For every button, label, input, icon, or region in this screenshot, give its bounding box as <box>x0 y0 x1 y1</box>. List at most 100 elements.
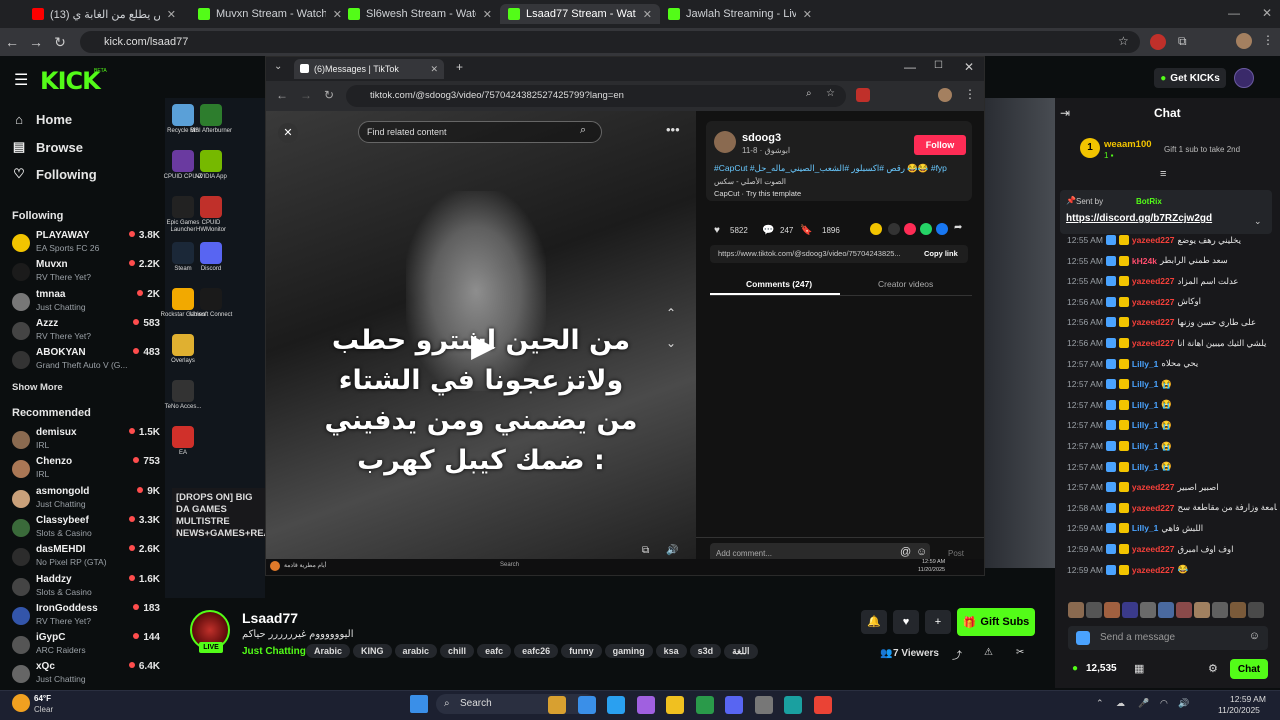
channel-item[interactable]: asmongold Just Chatting 9K <box>12 486 162 514</box>
message-username[interactable]: yazeed227 <box>1132 317 1175 327</box>
taskbar-app-icon[interactable] <box>666 696 684 714</box>
message-username[interactable]: yazeed227 <box>1132 565 1175 575</box>
desktop-icon[interactable]: CPUID HWMonitor <box>188 196 234 234</box>
channel-item[interactable]: PLAYAWAY EA Sports FC 26 3.8K <box>12 230 162 258</box>
taskbar-app-icon[interactable] <box>813 696 832 714</box>
stream-tag[interactable]: funny <box>561 644 602 658</box>
tt-url-field[interactable]: tiktok.com/@sdoog3/video/757042438252742… <box>346 85 846 107</box>
report-icon[interactable]: ⚠ <box>984 647 993 658</box>
stream-tag[interactable]: ksa <box>655 644 687 658</box>
share-icon[interactable]: ⤴ <box>952 647 962 662</box>
viewer-avatar[interactable] <box>1230 602 1246 618</box>
tab-close-icon[interactable]: ✕ <box>167 8 176 21</box>
reload-icon[interactable]: ↻ <box>48 34 72 51</box>
taskbar-app-icon[interactable] <box>636 696 655 714</box>
prev-video-icon[interactable]: ⌃ <box>666 306 676 320</box>
channel-item[interactable]: Classybeef Slots & Casino 3.3K <box>12 515 162 543</box>
post-comment-button[interactable]: Post <box>948 549 964 558</box>
gift-prompt[interactable]: Gift 1 sub to take 2nd <box>1164 145 1240 154</box>
whatsapp-icon[interactable] <box>920 223 932 235</box>
browser-tab[interactable]: Muvxn Stream - Watch Live on✕ <box>190 4 350 24</box>
volume-icon[interactable]: 🔊 <box>666 545 678 556</box>
stream-tag[interactable]: KING <box>353 644 392 658</box>
chat-message[interactable]: 12:59 AM yazeed227 😂 <box>1067 562 1277 578</box>
taskbar-app-icon[interactable] <box>695 696 714 714</box>
weather-icon[interactable] <box>12 694 30 712</box>
message-username[interactable]: yazeed227 <box>1132 338 1175 348</box>
tray-volume-icon[interactable]: 🔊 <box>1178 698 1189 709</box>
url-field[interactable]: kick.com/lsaad77 <box>80 31 1140 53</box>
chat-emoji-icon[interactable]: ☺ <box>1249 630 1260 642</box>
gift-subs-button[interactable]: 🎁 Gift Subs <box>957 608 1035 636</box>
viewer-avatar[interactable] <box>1194 602 1210 618</box>
tt-forward-icon[interactable]: → <box>300 88 312 102</box>
taskbar-app-icon[interactable] <box>577 696 596 714</box>
desktop-icon[interactable]: Overlays <box>160 334 206 365</box>
chat-settings-icon[interactable]: ⚙ <box>1208 662 1218 675</box>
search-icon[interactable]: ⌕ <box>580 124 586 137</box>
message-username[interactable]: Lilly_1 <box>1132 441 1158 451</box>
browser-tab[interactable]: (13) اخر شخص يطلع من الغابة ي ✕ <box>24 4 184 24</box>
next-video-icon[interactable]: ⌄ <box>666 336 676 350</box>
browser-tab[interactable]: Lsaad77 Stream - Watch Live o ✕ <box>500 4 660 24</box>
follow-button[interactable]: Follow <box>914 135 966 155</box>
desktop-icon[interactable]: TeNo Acces... <box>160 380 206 411</box>
desktop-icon[interactable]: NVIDIA App <box>188 150 234 181</box>
channel-item[interactable]: Azzz RV There Yet? 583 <box>12 318 162 346</box>
video-close-icon[interactable]: ✕ <box>278 123 298 143</box>
chat-send-button[interactable]: Chat <box>1230 659 1268 679</box>
chat-message[interactable]: 12:55 AM yazeed227 عدلت اسم المزاد <box>1067 273 1277 289</box>
tt-minimize-icon[interactable]: — <box>904 60 916 74</box>
browser-tab[interactable]: Jawlah Streaming - Live Stream ✕ <box>660 4 820 24</box>
embed-icon[interactable] <box>888 223 900 235</box>
tt-profile-avatar[interactable] <box>938 88 952 102</box>
chat-message[interactable]: 12:57 AM Lilly_1 يحي محلاه <box>1067 356 1277 372</box>
viewer-avatar[interactable] <box>1086 602 1102 618</box>
viewer-avatar[interactable] <box>1248 602 1264 618</box>
stream-tag[interactable]: Arabic <box>306 644 351 658</box>
tt-bookmark-icon[interactable]: ☆ <box>826 88 835 99</box>
viewer-avatar[interactable] <box>1176 602 1192 618</box>
nav-browse[interactable]: ▤ Browse <box>12 139 83 155</box>
clip-icon[interactable]: ✂ <box>1016 647 1024 658</box>
more-menu-icon[interactable]: ⋮ <box>1262 33 1274 47</box>
message-username[interactable]: yazeed227 <box>1132 503 1175 513</box>
back-icon[interactable]: ← <box>0 34 24 50</box>
hamburger-menu-icon[interactable]: ☰ <box>14 70 28 90</box>
tiktok-tab[interactable]: (6)Messages | TikTok ✕ <box>294 59 444 79</box>
stream-tag[interactable]: arabic <box>394 644 438 658</box>
chat-message[interactable]: 12:59 AM yazeed227 اوف اوف امبرق <box>1067 541 1277 557</box>
close-window-icon[interactable]: ✕ <box>1262 6 1272 20</box>
message-username[interactable]: yazeed227 <box>1132 482 1175 492</box>
channel-item[interactable]: ABOKYAN Grand Theft Auto V (G... 483 <box>12 347 162 375</box>
chat-message[interactable]: 12:57 AM yazeed227 اصبير اصبير <box>1067 479 1277 495</box>
taskbar-app-icon[interactable] <box>784 696 802 714</box>
desktop-icon[interactable]: MSI Afterburner <box>188 104 234 135</box>
post-sound[interactable]: الصوت الأصلي - سكس <box>714 177 786 186</box>
pip-icon[interactable]: ⧉ <box>642 545 649 556</box>
plus-icon[interactable]: + <box>925 610 951 634</box>
stream-tag[interactable]: eafc26 <box>514 644 559 658</box>
chat-message[interactable]: 12:56 AM yazeed227 يلشي الثيك ميبين اهانة … <box>1067 335 1277 351</box>
message-username[interactable]: yazeed227 <box>1132 297 1175 307</box>
stream-tag[interactable]: s3d <box>689 644 722 658</box>
stream-tag[interactable]: chill <box>440 644 475 658</box>
taskbar-app-icon[interactable] <box>548 696 566 714</box>
coin-icon[interactable] <box>870 223 882 235</box>
chat-message[interactable]: 12:55 AM yazeed227 يخليني رهف يوضع <box>1067 232 1277 248</box>
pinned-discord-link[interactable]: https://discord.gg/b7RZcjw2gd <box>1066 213 1212 224</box>
mention-icon[interactable]: @ <box>900 546 911 558</box>
expand-leaderboard-icon[interactable]: ≡ <box>1160 168 1166 180</box>
tt-close-icon[interactable]: ✕ <box>964 60 974 74</box>
taskbar-app-icon[interactable] <box>754 696 773 714</box>
viewer-avatar[interactable] <box>1104 602 1120 618</box>
play-icon[interactable]: ▶ <box>471 326 496 364</box>
pinned-expand-icon[interactable]: ⌄ <box>1254 216 1262 227</box>
clock-date[interactable]: 11/20/2025 <box>1218 705 1260 715</box>
get-kicks-button[interactable]: ● Get KICKs <box>1154 68 1226 88</box>
viewer-avatar[interactable] <box>1140 602 1156 618</box>
notification-bell-icon[interactable]: 🔔 <box>861 610 887 634</box>
message-username[interactable]: Lilly_1 <box>1132 359 1158 369</box>
desktop-icon[interactable]: EA <box>160 426 206 457</box>
bookmark-star-icon[interactable]: ☆ <box>1118 34 1129 48</box>
